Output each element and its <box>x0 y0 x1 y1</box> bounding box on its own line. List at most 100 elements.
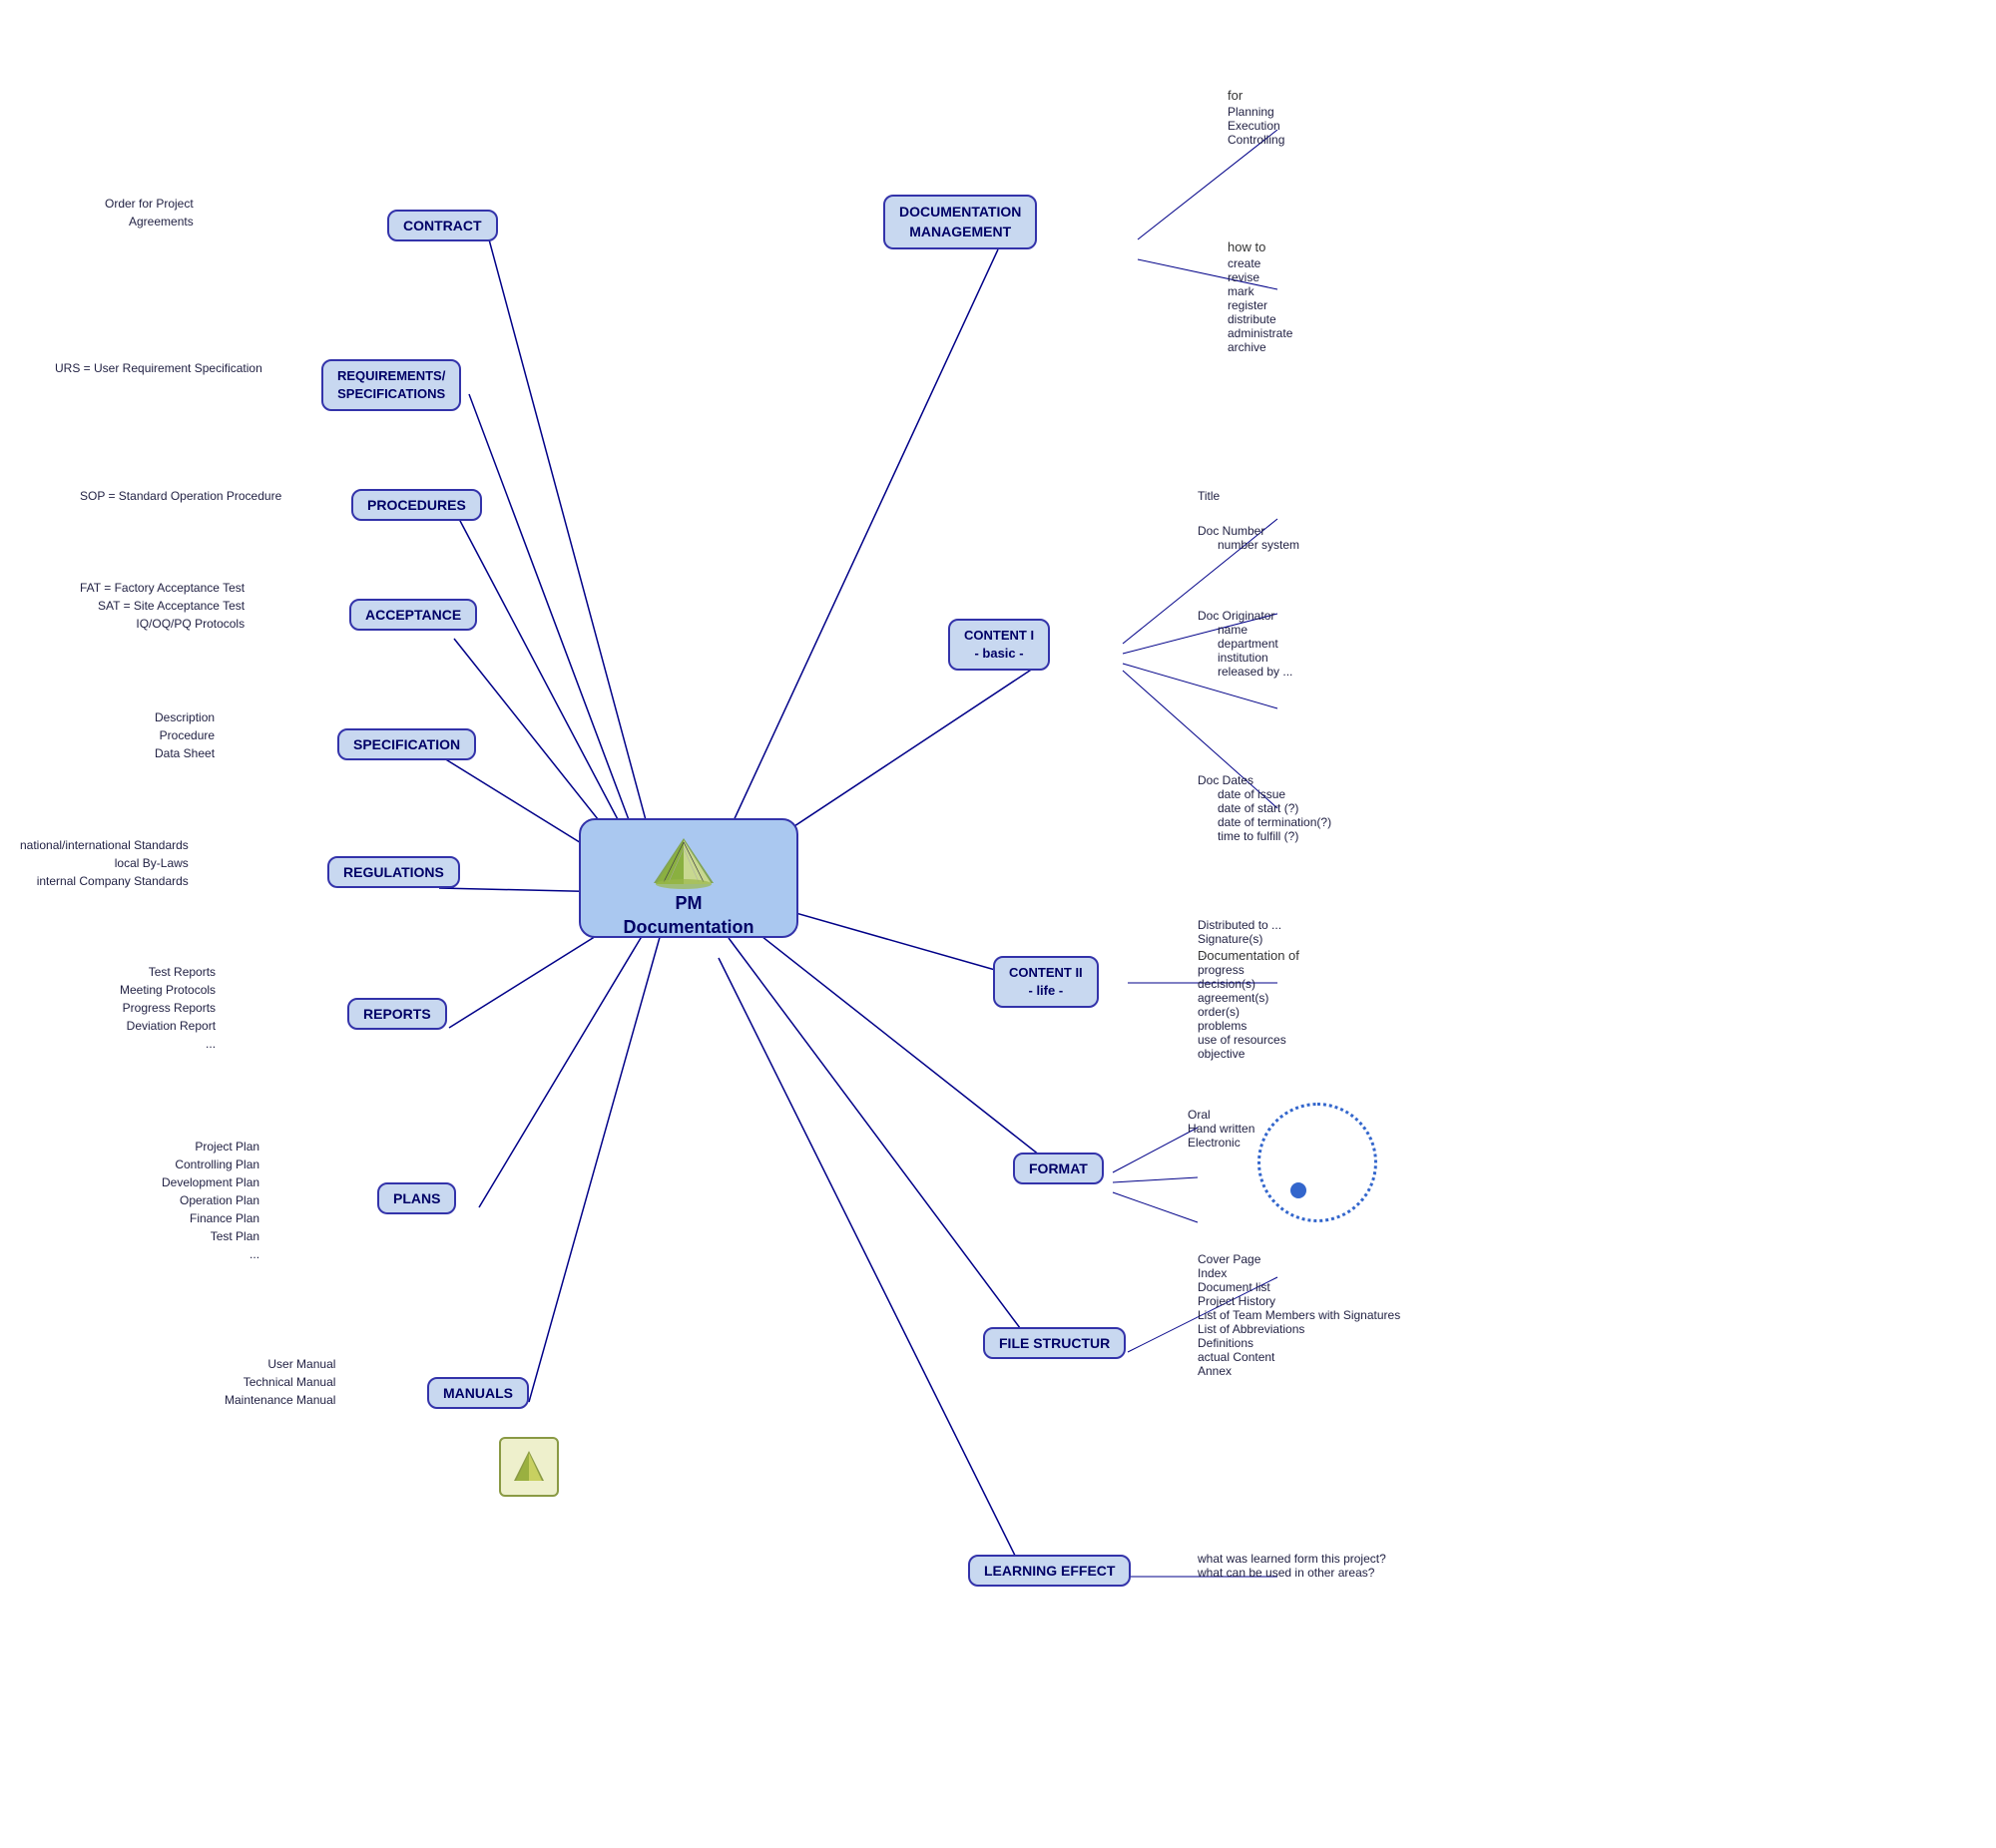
c2-docof-label: Documentation of <box>1198 948 1299 963</box>
docmgmt-for-group: for Planning Execution Controlling <box>1228 88 1284 147</box>
plan-label-5: Finance Plan <box>162 1209 259 1227</box>
c1-issue: date of issue <box>1218 787 1331 801</box>
fmt-oral: Oral <box>1188 1108 1254 1122</box>
c2-resources: use of resources <box>1198 1033 1299 1047</box>
acc-label-3: IQ/OQ/PQ Protocols <box>80 615 245 633</box>
small-icon-node <box>499 1437 559 1497</box>
procedures-labels: SOP = Standard Operation Procedure <box>80 487 281 505</box>
rep-label-1: Test Reports <box>120 963 216 981</box>
contract-box: CONTRACT <box>387 210 498 241</box>
plan-label-1: Project Plan <box>162 1138 259 1155</box>
contract-node: CONTRACT <box>387 210 498 241</box>
c2-problems: problems <box>1198 1019 1299 1033</box>
acceptance-node: ACCEPTANCE <box>349 599 477 631</box>
c2-decision: decision(s) <box>1198 977 1299 991</box>
filestruct-node: FILE STRUCTUR <box>983 1327 1126 1359</box>
man-label-2: Technical Manual <box>225 1373 335 1391</box>
regulations-box: REGULATIONS <box>327 856 460 888</box>
learning-node: LEARNING EFFECT <box>968 1555 1131 1587</box>
plans-node: PLANS <box>377 1182 456 1214</box>
docmgmt-for-label: for <box>1228 88 1284 103</box>
fs-index: Index <box>1198 1266 1400 1280</box>
docmgmt-howto-5: distribute <box>1228 312 1292 326</box>
rep-label-4: Deviation Report <box>120 1017 216 1035</box>
c1-sig: Signature(s) <box>1198 932 1281 946</box>
content1-docdates-group: Doc Dates date of issue date of start (?… <box>1198 773 1331 843</box>
fmt-handw: Hand written <box>1188 1122 1254 1136</box>
fs-history: Project History <box>1198 1294 1400 1308</box>
plan-label-3: Development Plan <box>162 1173 259 1191</box>
fs-doclist: Document list <box>1198 1280 1400 1294</box>
content1-node: CONTENT I- basic - <box>948 619 1050 671</box>
c2-progress: progress <box>1198 963 1299 977</box>
filestruct-group: Cover Page Index Document list Project H… <box>1198 1252 1400 1378</box>
fs-abbrev: List of Abbreviations <box>1198 1322 1400 1336</box>
small-book-icon <box>499 1437 559 1497</box>
c1-time: time to fulfill (?) <box>1218 829 1331 843</box>
docmgmt-howto-group: how to create revise mark register distr… <box>1228 239 1292 354</box>
format-dotted-circle <box>1257 1103 1377 1222</box>
plans-labels: Project Plan Controlling Plan Developmen… <box>162 1138 259 1263</box>
manuals-box: MANUALS <box>427 1377 529 1409</box>
docmgmt-howto-7: archive <box>1228 340 1292 354</box>
content2-node: CONTENT II- life - <box>993 956 1099 1008</box>
fs-defs: Definitions <box>1198 1336 1400 1350</box>
learning-group: what was learned form this project? what… <box>1198 1552 1386 1580</box>
specification-box: SPECIFICATION <box>337 728 476 760</box>
fs-annex: Annex <box>1198 1364 1400 1378</box>
req-label-1: URS = User Requirement Specification <box>55 359 262 377</box>
spec-label-2: Procedure <box>155 726 215 744</box>
acc-label-1: FAT = Factory Acceptance Test <box>80 579 245 597</box>
docmgmt-howto-6: administrate <box>1228 326 1292 340</box>
learning-box: LEARNING EFFECT <box>968 1555 1131 1587</box>
c1-docnum: Doc Number <box>1198 524 1299 538</box>
c1-dept: department <box>1218 637 1292 651</box>
requirements-box: REQUIREMENTS/SPECIFICATIONS <box>321 359 461 411</box>
docmgmt-node: DOCUMENTATIONMANAGEMENT <box>883 195 1037 249</box>
c1-docdates: Doc Dates <box>1198 773 1331 787</box>
learn-1: what was learned form this project? <box>1198 1552 1386 1566</box>
plan-label-7: ... <box>162 1245 259 1263</box>
learn-2: what can be used in other areas? <box>1198 1566 1386 1580</box>
c1-inst: institution <box>1218 651 1292 665</box>
docmgmt-howto-4: register <box>1228 298 1292 312</box>
spec-label-3: Data Sheet <box>155 744 215 762</box>
manuals-node: MANUALS <box>427 1377 529 1409</box>
rep-label-2: Meeting Protocols <box>120 981 216 999</box>
manuals-labels: User Manual Technical Manual Maintenance… <box>225 1355 335 1409</box>
reg-label-2: local By-Laws <box>20 854 189 872</box>
requirements-labels: URS = User Requirement Specification <box>55 359 262 377</box>
c2-objective: objective <box>1198 1047 1299 1061</box>
regulations-labels: national/international Standards local B… <box>20 836 189 890</box>
content1-docorg-group: Doc Originator name department instituti… <box>1198 609 1292 679</box>
content1-docnum-group: Doc Number number system <box>1198 524 1299 552</box>
format-group: Oral Hand written Electronic <box>1188 1108 1254 1150</box>
man-label-1: User Manual <box>225 1355 335 1373</box>
c1-numsys: number system <box>1218 538 1299 552</box>
proc-label-1: SOP = Standard Operation Procedure <box>80 487 281 505</box>
specification-node: SPECIFICATION <box>337 728 476 760</box>
content2-group: Documentation of progress decision(s) ag… <box>1198 948 1299 1061</box>
content1-box: CONTENT I- basic - <box>948 619 1050 671</box>
rep-label-5: ... <box>120 1035 216 1053</box>
docmgmt-howto-label: how to <box>1228 239 1292 254</box>
format-box: FORMAT <box>1013 1153 1104 1184</box>
docmgmt-for-1: Planning <box>1228 105 1284 119</box>
c1-term: date of termination(?) <box>1218 815 1331 829</box>
regulations-node: REGULATIONS <box>327 856 460 888</box>
book-icon <box>644 828 724 898</box>
c2-orders: order(s) <box>1198 1005 1299 1019</box>
plans-box: PLANS <box>377 1182 456 1214</box>
specification-labels: Description Procedure Data Sheet <box>155 708 215 762</box>
reg-label-1: national/international Standards <box>20 836 189 854</box>
center-node: PM Documentation <box>579 818 798 938</box>
format-dot <box>1290 1182 1306 1198</box>
reports-node: REPORTS <box>347 998 447 1030</box>
docmgmt-howto-3: mark <box>1228 284 1292 298</box>
plan-label-6: Test Plan <box>162 1227 259 1245</box>
reg-label-3: internal Company Standards <box>20 872 189 890</box>
fs-content: actual Content <box>1198 1350 1400 1364</box>
docmgmt-box: DOCUMENTATIONMANAGEMENT <box>883 195 1037 249</box>
plan-label-4: Operation Plan <box>162 1191 259 1209</box>
format-node: FORMAT <box>1013 1153 1104 1184</box>
